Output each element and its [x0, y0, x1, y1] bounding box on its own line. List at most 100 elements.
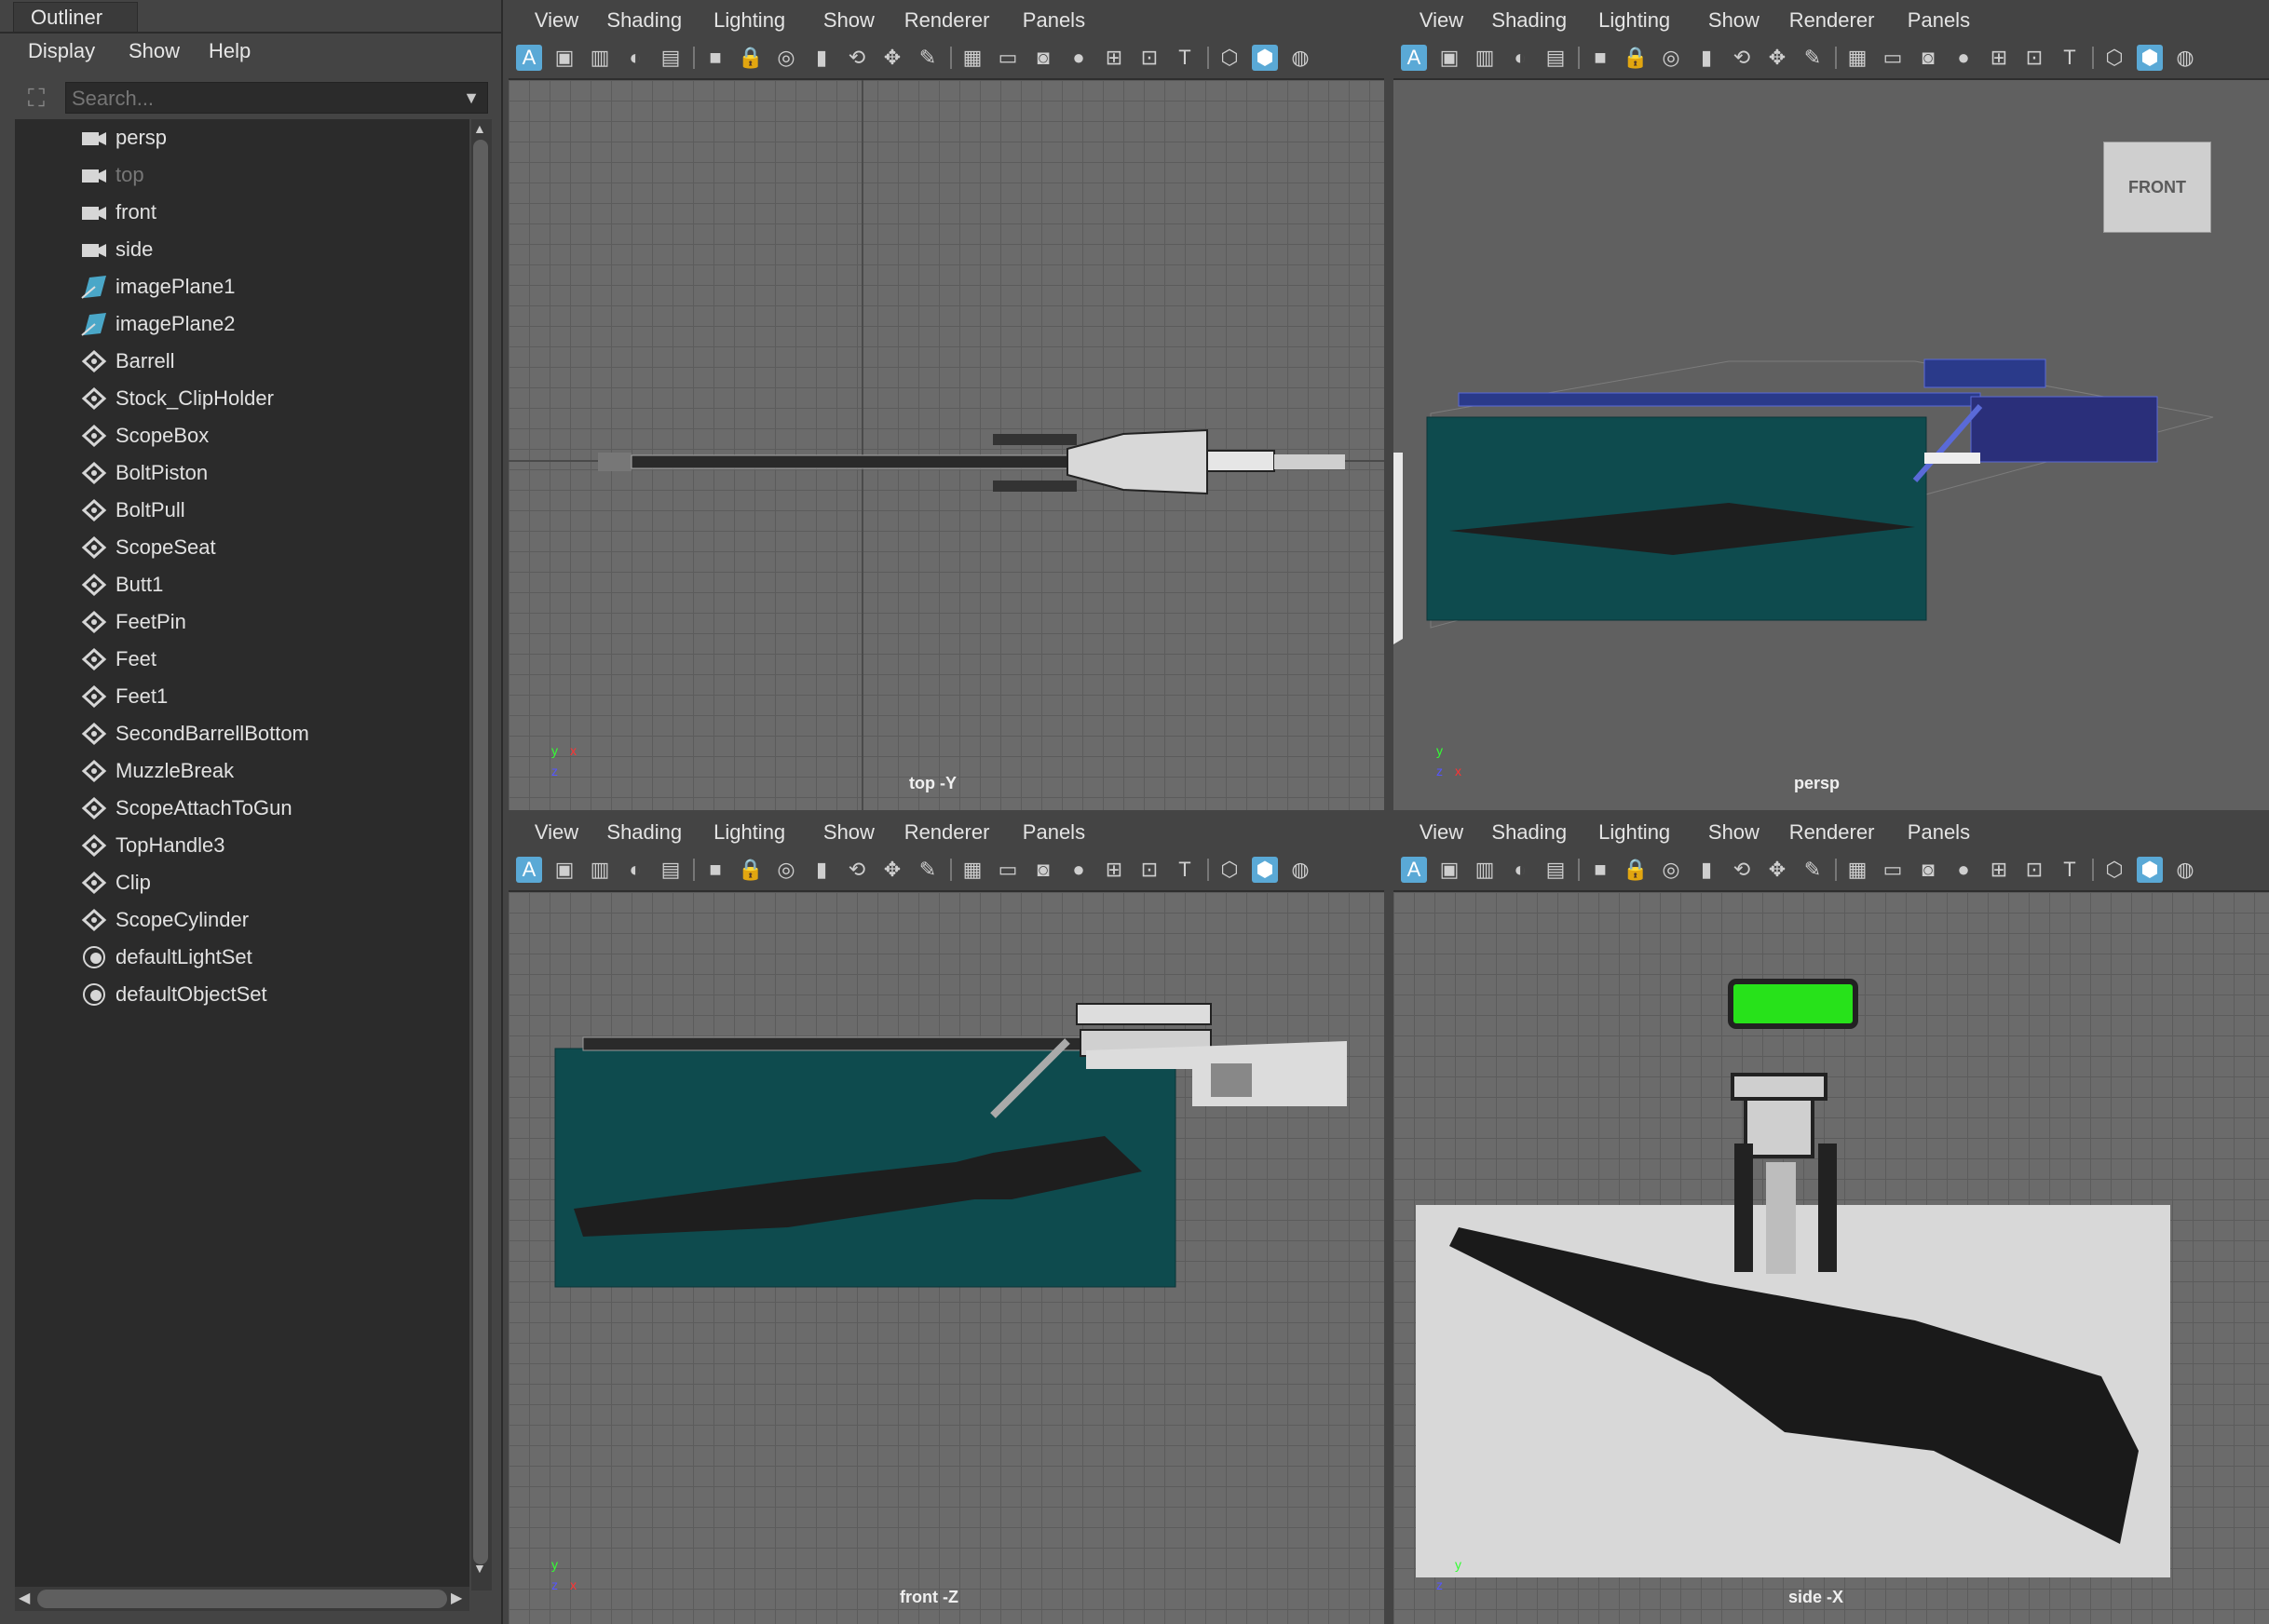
outliner-item[interactable]: ScopeBox	[15, 417, 469, 454]
image-plane-icon[interactable]: ▥	[587, 857, 613, 883]
outliner-item[interactable]: Clip	[15, 864, 469, 901]
outliner-item[interactable]: ScopeAttachToGun	[15, 790, 469, 827]
panel-menu-panels[interactable]: Panels	[1023, 812, 1085, 853]
outliner-item[interactable]: ScopeSeat	[15, 529, 469, 566]
paint-icon[interactable]: ✎	[915, 45, 941, 71]
resolution-gate-icon[interactable]: ◙	[1915, 857, 1941, 883]
film-gate-icon[interactable]: ▤	[1542, 45, 1569, 71]
textured-icon[interactable]: ◍	[2172, 45, 2198, 71]
outliner-item[interactable]: side	[15, 231, 469, 268]
resolution-gate-icon[interactable]: ◙	[1030, 857, 1056, 883]
resolution-gate-icon[interactable]: ◙	[1030, 45, 1056, 71]
smooth-shade-icon[interactable]: ⬢	[1252, 857, 1278, 883]
scroll-down-icon[interactable]: ▼	[473, 1561, 486, 1576]
gate-mask-icon[interactable]: ●	[1950, 45, 1977, 71]
paint-icon[interactable]: ✎	[915, 857, 941, 883]
viewport-top[interactable]: y x z top -Y	[509, 80, 1384, 810]
textured-icon[interactable]: ◍	[1287, 45, 1313, 71]
select-camera-icon[interactable]: A	[516, 45, 542, 71]
camera-attr-icon[interactable]: ◎	[773, 857, 799, 883]
track-icon[interactable]: ✥	[879, 45, 905, 71]
panel-menu-lighting[interactable]: Lighting	[1598, 0, 1670, 41]
scroll-right-icon[interactable]: ▶	[451, 1589, 462, 1607]
sphere-icon[interactable]: ◐	[622, 857, 648, 883]
outliner-item[interactable]: front	[15, 194, 469, 231]
field-chart-icon[interactable]: ⊞	[1101, 857, 1127, 883]
panel-menu-panels[interactable]: Panels	[1908, 0, 1970, 41]
outliner-item[interactable]: Barrell	[15, 343, 469, 380]
filter-icon[interactable]: ⛶	[20, 82, 52, 114]
grid-icon[interactable]: ▦	[1844, 45, 1870, 71]
outliner-item[interactable]: top	[15, 156, 469, 194]
smooth-shade-icon[interactable]: ⬢	[2137, 45, 2163, 71]
search-input[interactable]	[66, 83, 446, 115]
safe-title-icon[interactable]: T	[1172, 45, 1198, 71]
camera-attr-icon[interactable]: ◎	[1658, 45, 1684, 71]
panel-menu-show[interactable]: Show	[823, 812, 875, 853]
camera-icon[interactable]: ■	[702, 857, 728, 883]
smooth-shade-icon[interactable]: ⬢	[1252, 45, 1278, 71]
vertical-scroll-thumb[interactable]	[473, 140, 488, 1564]
camera-attr-icon[interactable]: ◎	[773, 45, 799, 71]
scroll-left-icon[interactable]: ◀	[19, 1589, 30, 1607]
outliner-item[interactable]: BoltPiston	[15, 454, 469, 492]
panel-menu-panels[interactable]: Panels	[1023, 0, 1085, 41]
outliner-item[interactable]: persp	[15, 119, 469, 156]
panel-menu-renderer[interactable]: Renderer	[904, 0, 990, 41]
menu-display[interactable]: Display	[28, 35, 95, 69]
panel-menu-panels[interactable]: Panels	[1908, 812, 1970, 853]
panel-menu-show[interactable]: Show	[1708, 812, 1759, 853]
frame-icon[interactable]: ▣	[551, 857, 577, 883]
image-plane-icon[interactable]: ▥	[587, 45, 613, 71]
viewport-side[interactable]: y z side -X	[1393, 892, 2269, 1624]
safe-title-icon[interactable]: T	[1172, 857, 1198, 883]
outliner-item[interactable]: imagePlane2	[15, 305, 469, 343]
frame-icon[interactable]: ▣	[1436, 45, 1462, 71]
grid-icon[interactable]: ▦	[959, 857, 985, 883]
paint-icon[interactable]: ✎	[1800, 857, 1826, 883]
panel-menu-shading[interactable]: Shading	[606, 0, 682, 41]
field-chart-icon[interactable]: ⊞	[1986, 857, 2012, 883]
horizontal-scroll-thumb[interactable]	[37, 1590, 447, 1608]
track-icon[interactable]: ✥	[1764, 857, 1790, 883]
camera-icon[interactable]: ■	[702, 45, 728, 71]
textured-icon[interactable]: ◍	[2172, 857, 2198, 883]
textured-icon[interactable]: ◍	[1287, 857, 1313, 883]
outliner-item[interactable]: TopHandle3	[15, 827, 469, 864]
panel-menu-shading[interactable]: Shading	[606, 812, 682, 853]
paint-icon[interactable]: ✎	[1800, 45, 1826, 71]
wireframe-icon[interactable]: ⬡	[1216, 45, 1243, 71]
safe-frame-icon[interactable]: ▭	[1880, 857, 1906, 883]
scroll-up-icon[interactable]: ▲	[473, 121, 486, 136]
outliner-item[interactable]: Butt1	[15, 566, 469, 603]
camera-icon[interactable]: ■	[1587, 857, 1613, 883]
lock-camera-icon[interactable]: 🔒	[738, 857, 764, 883]
wireframe-icon[interactable]: ⬡	[2101, 857, 2127, 883]
panel-menu-renderer[interactable]: Renderer	[904, 812, 990, 853]
track-icon[interactable]: ✥	[1764, 45, 1790, 71]
outliner-item[interactable]: Feet1	[15, 678, 469, 715]
safe-title-icon[interactable]: T	[2057, 45, 2083, 71]
panel-menu-renderer[interactable]: Renderer	[1789, 0, 1875, 41]
smooth-shade-icon[interactable]: ⬢	[2137, 857, 2163, 883]
wireframe-icon[interactable]: ⬡	[2101, 45, 2127, 71]
select-camera-icon[interactable]: A	[1401, 857, 1427, 883]
outliner-item[interactable]: FeetPin	[15, 603, 469, 641]
resolution-gate-icon[interactable]: ◙	[1915, 45, 1941, 71]
safe-frame-icon[interactable]: ▭	[1880, 45, 1906, 71]
outliner-item[interactable]: defaultObjectSet	[15, 976, 469, 1013]
safe-action-icon[interactable]: ⊡	[1136, 857, 1162, 883]
bookmark-icon[interactable]: ▮	[1693, 45, 1719, 71]
outliner-item[interactable]: SecondBarrellBottom	[15, 715, 469, 752]
panel-menu-show[interactable]: Show	[1708, 0, 1759, 41]
gate-mask-icon[interactable]: ●	[1066, 857, 1092, 883]
gate-mask-icon[interactable]: ●	[1950, 857, 1977, 883]
outliner-item[interactable]: defaultLightSet	[15, 939, 469, 976]
safe-frame-icon[interactable]: ▭	[995, 45, 1021, 71]
panel-menu-view[interactable]: View	[535, 0, 578, 41]
tumble-icon[interactable]: ⟲	[1729, 45, 1755, 71]
panel-menu-view[interactable]: View	[1420, 812, 1463, 853]
panel-menu-shading[interactable]: Shading	[1491, 0, 1567, 41]
outliner-item[interactable]: BoltPull	[15, 492, 469, 529]
bookmark-icon[interactable]: ▮	[808, 45, 835, 71]
